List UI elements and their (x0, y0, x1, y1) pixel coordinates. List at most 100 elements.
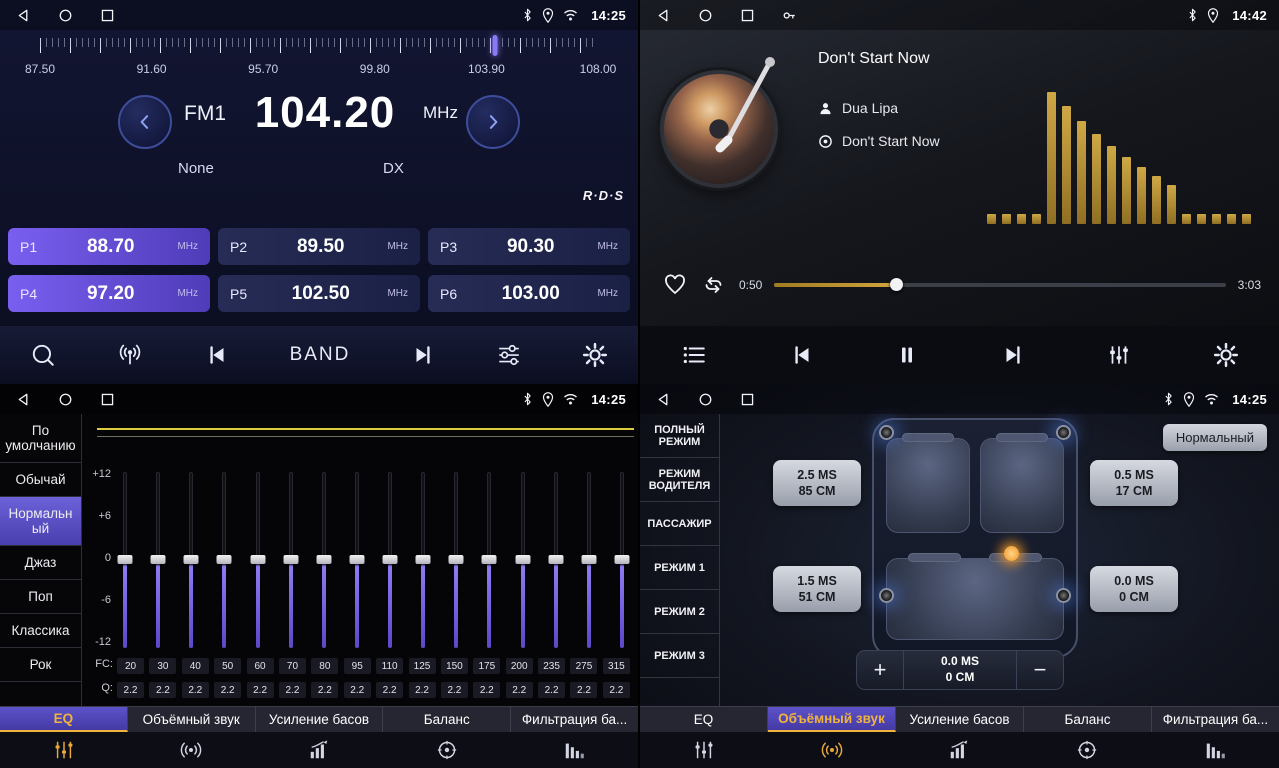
eq-band-slider[interactable] (614, 472, 630, 648)
eq-sliders-icon[interactable] (0, 739, 128, 761)
eq-band-knob[interactable] (118, 555, 133, 564)
preset-button-p5[interactable]: P5102.50MHz (218, 275, 420, 312)
preset-button-p2[interactable]: P289.50MHz (218, 228, 420, 265)
playlist-icon[interactable] (680, 342, 708, 368)
eq-band-knob[interactable] (184, 555, 199, 564)
settings-icon[interactable] (1213, 342, 1239, 368)
delay-rear-right[interactable]: 0.0 MS 0 CM (1090, 566, 1178, 612)
eq-preset-item[interactable]: Рок (0, 648, 81, 682)
pause-icon[interactable] (895, 342, 919, 368)
eq-band-knob[interactable] (416, 555, 431, 564)
listening-mode-item[interactable]: РЕЖИМ 3 (640, 634, 719, 678)
eq-preset-item[interactable]: Поп (0, 580, 81, 614)
tab-bass-boost[interactable]: Усиление басов (896, 707, 1024, 732)
eq-band-knob[interactable] (383, 555, 398, 564)
search-icon[interactable] (30, 342, 56, 368)
preset-button-p3[interactable]: P390.30MHz (428, 228, 630, 265)
eq-band-knob[interactable] (349, 555, 364, 564)
listening-position-dot[interactable] (1004, 546, 1019, 561)
recents-icon[interactable] (740, 8, 755, 23)
home-icon[interactable] (698, 8, 713, 23)
back-icon[interactable] (656, 392, 671, 407)
tab-bass-boost[interactable]: Усиление басов (256, 707, 384, 732)
balance-icon[interactable] (383, 739, 511, 761)
frequency-ruler[interactable] (40, 38, 598, 56)
back-icon[interactable] (656, 8, 671, 23)
tab-balance[interactable]: Баланс (1024, 707, 1152, 732)
delay-rear-left[interactable]: 1.5 MS 51 CM (773, 566, 861, 612)
normal-mode-button[interactable]: Нормальный (1163, 424, 1267, 451)
eq-band-slider[interactable] (349, 472, 365, 648)
tab-filter[interactable]: Фильтрация ба... (511, 707, 638, 732)
eq-sliders-icon[interactable] (640, 739, 768, 761)
eq-band-knob[interactable] (581, 555, 596, 564)
preset-button-p1[interactable]: P188.70MHz (8, 228, 210, 265)
seek-up-button[interactable] (466, 95, 520, 149)
surround-sound-icon[interactable] (768, 739, 896, 761)
progress-knob[interactable] (890, 278, 903, 291)
listening-mode-item[interactable]: ПАССАЖИР (640, 502, 719, 546)
listening-mode-item[interactable]: РЕЖИМ 1 (640, 546, 719, 590)
surround-sound-icon[interactable] (128, 739, 256, 761)
eq-band-knob[interactable] (250, 555, 265, 564)
eq-band-knob[interactable] (449, 555, 464, 564)
tab-eq[interactable]: EQ (0, 707, 128, 732)
preset-button-p4[interactable]: P497.20MHz (8, 275, 210, 312)
skip-prev-icon[interactable] (789, 342, 815, 368)
listening-mode-item[interactable]: ПОЛНЫЙ РЕЖИМ (640, 414, 719, 458)
eq-preset-item[interactable]: Классика (0, 614, 81, 648)
balance-icon[interactable] (1023, 739, 1151, 761)
eq-band-knob[interactable] (316, 555, 331, 564)
eq-preset-item[interactable]: Обычай (0, 463, 81, 497)
eq-band-slider[interactable] (581, 472, 597, 648)
settings-icon[interactable] (582, 342, 608, 368)
listening-mode-item[interactable]: РЕЖИМ 2 (640, 590, 719, 634)
bass-boost-icon[interactable] (255, 739, 383, 761)
eq-band-slider[interactable] (548, 472, 564, 648)
recents-icon[interactable] (740, 392, 755, 407)
delay-front-left[interactable]: 2.5 MS 85 CM (773, 460, 861, 506)
back-icon[interactable] (16, 392, 31, 407)
eq-band-slider[interactable] (515, 472, 531, 648)
filter-icon[interactable] (510, 739, 638, 761)
eq-band-knob[interactable] (614, 555, 629, 564)
bass-boost-icon[interactable] (896, 739, 1024, 761)
eq-band-slider[interactable] (283, 472, 299, 648)
eq-band-knob[interactable] (482, 555, 497, 564)
delay-front-right[interactable]: 0.5 MS 17 CM (1090, 460, 1178, 506)
listening-mode-item[interactable]: РЕЖИМ ВОДИТЕЛЯ (640, 458, 719, 502)
skip-next-icon[interactable] (410, 342, 436, 368)
eq-preset-item[interactable]: Джаз (0, 546, 81, 580)
tab-eq[interactable]: EQ (640, 707, 768, 732)
decrease-button[interactable]: − (1017, 651, 1063, 689)
eq-band-slider[interactable] (216, 472, 232, 648)
eq-preset-item[interactable]: Нормальный (0, 497, 81, 546)
tab-filter[interactable]: Фильтрация ба... (1152, 707, 1279, 732)
eq-band-slider[interactable] (250, 472, 266, 648)
eq-band-knob[interactable] (217, 555, 232, 564)
broadcast-icon[interactable] (116, 342, 144, 368)
eq-band-slider[interactable] (183, 472, 199, 648)
eq-band-slider[interactable] (415, 472, 431, 648)
skip-next-icon[interactable] (1000, 342, 1026, 368)
skip-prev-icon[interactable] (204, 342, 230, 368)
eq-band-slider[interactable] (382, 472, 398, 648)
seek-down-button[interactable] (118, 95, 172, 149)
home-icon[interactable] (58, 392, 73, 407)
recents-icon[interactable] (100, 8, 115, 23)
home-icon[interactable] (58, 8, 73, 23)
filter-icon[interactable] (1151, 739, 1279, 761)
increase-button[interactable]: + (857, 651, 903, 689)
eq-band-slider[interactable] (150, 472, 166, 648)
mixer-icon[interactable] (1106, 342, 1132, 368)
eq-band-slider[interactable] (481, 472, 497, 648)
tuning-indicator[interactable] (492, 35, 497, 56)
home-icon[interactable] (698, 392, 713, 407)
recents-icon[interactable] (100, 392, 115, 407)
mixer-icon[interactable] (496, 342, 522, 368)
tab-surround-sound[interactable]: Объёмный звук (128, 707, 256, 732)
eq-band-knob[interactable] (515, 555, 530, 564)
back-icon[interactable] (16, 8, 31, 23)
tab-surround-sound[interactable]: Объёмный звук (768, 707, 896, 732)
eq-band-knob[interactable] (548, 555, 563, 564)
